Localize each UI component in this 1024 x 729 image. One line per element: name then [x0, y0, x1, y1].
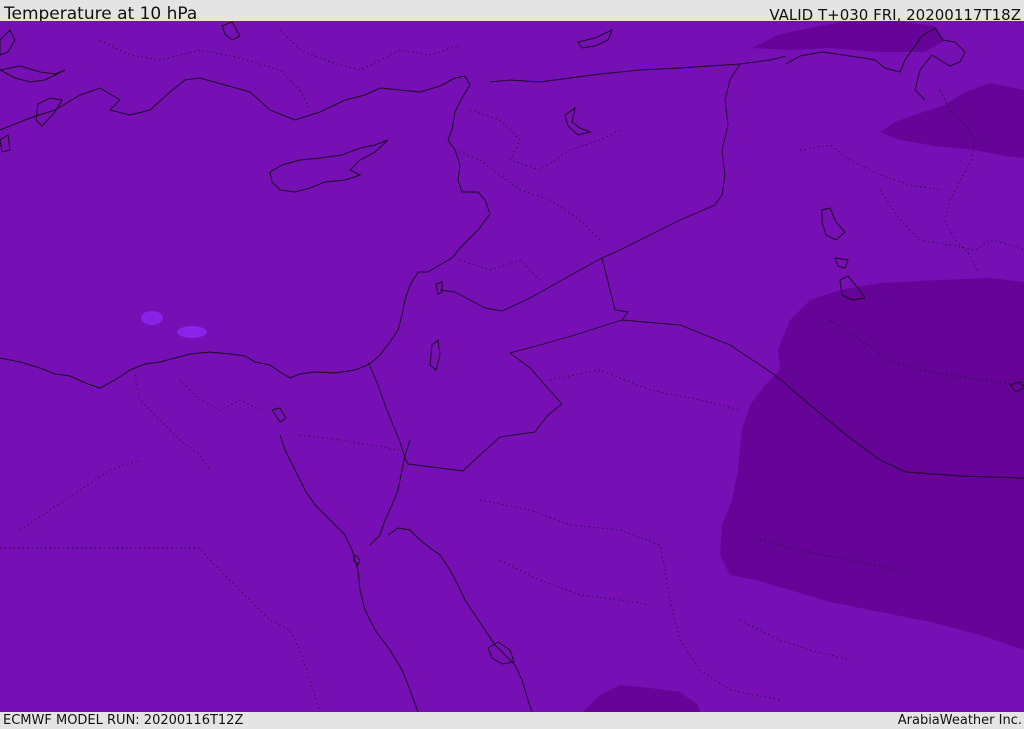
map-area[interactable]: [0, 21, 1024, 712]
temperature-map[interactable]: [0, 21, 1024, 712]
warm-spot-1: [141, 311, 163, 325]
warm-spot-2: [177, 326, 207, 338]
model-run-label: ECMWF MODEL RUN: 20200116T12Z: [3, 713, 244, 728]
credit-label: ArabiaWeather Inc.: [897, 713, 1022, 728]
footer-bar: ECMWF MODEL RUN: 20200116T12Z ArabiaWeat…: [0, 712, 1024, 729]
header-bar: Temperature at 10 hPa VALID T+030 FRI, 2…: [0, 0, 1024, 24]
